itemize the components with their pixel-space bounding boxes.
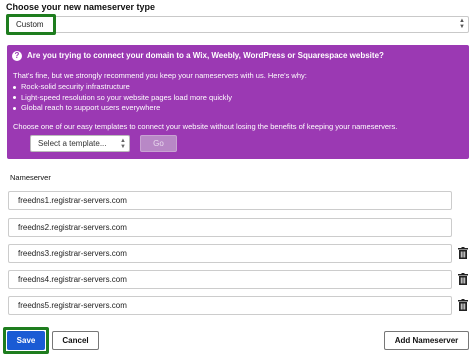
question-icon: ? <box>12 51 22 61</box>
select-arrows-icon: ▲ ▼ <box>459 18 465 30</box>
list-item: Light-speed resolution so your website p… <box>13 93 232 104</box>
nameserver-label: Nameserver <box>10 173 51 182</box>
nameserver-type-value: Custom <box>16 20 44 29</box>
trash-icon[interactable] <box>458 247 468 259</box>
nameserver-type-heading: Choose your new nameserver type <box>6 2 156 12</box>
bullet-icon <box>13 96 16 100</box>
promo-intro: That's fine, but we strongly recommend y… <box>13 71 307 80</box>
go-button[interactable]: Go <box>140 135 177 152</box>
promo-benefits-list: Rock-solid security infrastructure Light… <box>13 82 232 114</box>
nameserver-input-2[interactable]: freedns2.registrar-servers.com <box>8 218 452 237</box>
nameserver-input-3[interactable]: freedns3.registrar-servers.com <box>8 244 452 263</box>
promo-choose-text: Choose one of our easy templates to conn… <box>13 122 398 131</box>
benefit-text: Global reach to support users everywhere <box>21 103 161 112</box>
bullet-icon <box>13 85 16 89</box>
nameserver-input-5[interactable]: freedns5.registrar-servers.com <box>8 296 452 315</box>
nameserver-type-select[interactable]: Custom ▲ ▼ <box>8 16 469 33</box>
template-select-value: Select a template... <box>38 139 107 148</box>
cancel-button[interactable]: Cancel <box>52 331 99 350</box>
select-arrows-icon: ▲ ▼ <box>120 138 126 150</box>
list-item: Global reach to support users everywhere <box>13 103 232 114</box>
promo-title: Are you trying to connect your domain to… <box>27 51 384 60</box>
save-button[interactable]: Save <box>7 331 45 350</box>
trash-icon[interactable] <box>458 299 468 311</box>
bullet-icon <box>13 106 16 110</box>
benefit-text: Light-speed resolution so your website p… <box>21 92 232 102</box>
trash-icon[interactable] <box>458 273 468 285</box>
add-nameserver-button[interactable]: Add Nameserver <box>384 331 469 350</box>
nameserver-input-1[interactable]: freedns1.registrar-servers.com <box>8 191 452 210</box>
template-select[interactable]: Select a template... ▲ ▼ <box>30 135 130 152</box>
list-item: Rock-solid security infrastructure <box>13 82 232 93</box>
website-builder-promo: ? Are you trying to connect your domain … <box>7 45 469 159</box>
benefit-text: Rock-solid security infrastructure <box>21 82 130 91</box>
nameserver-input-4[interactable]: freedns4.registrar-servers.com <box>8 270 452 289</box>
